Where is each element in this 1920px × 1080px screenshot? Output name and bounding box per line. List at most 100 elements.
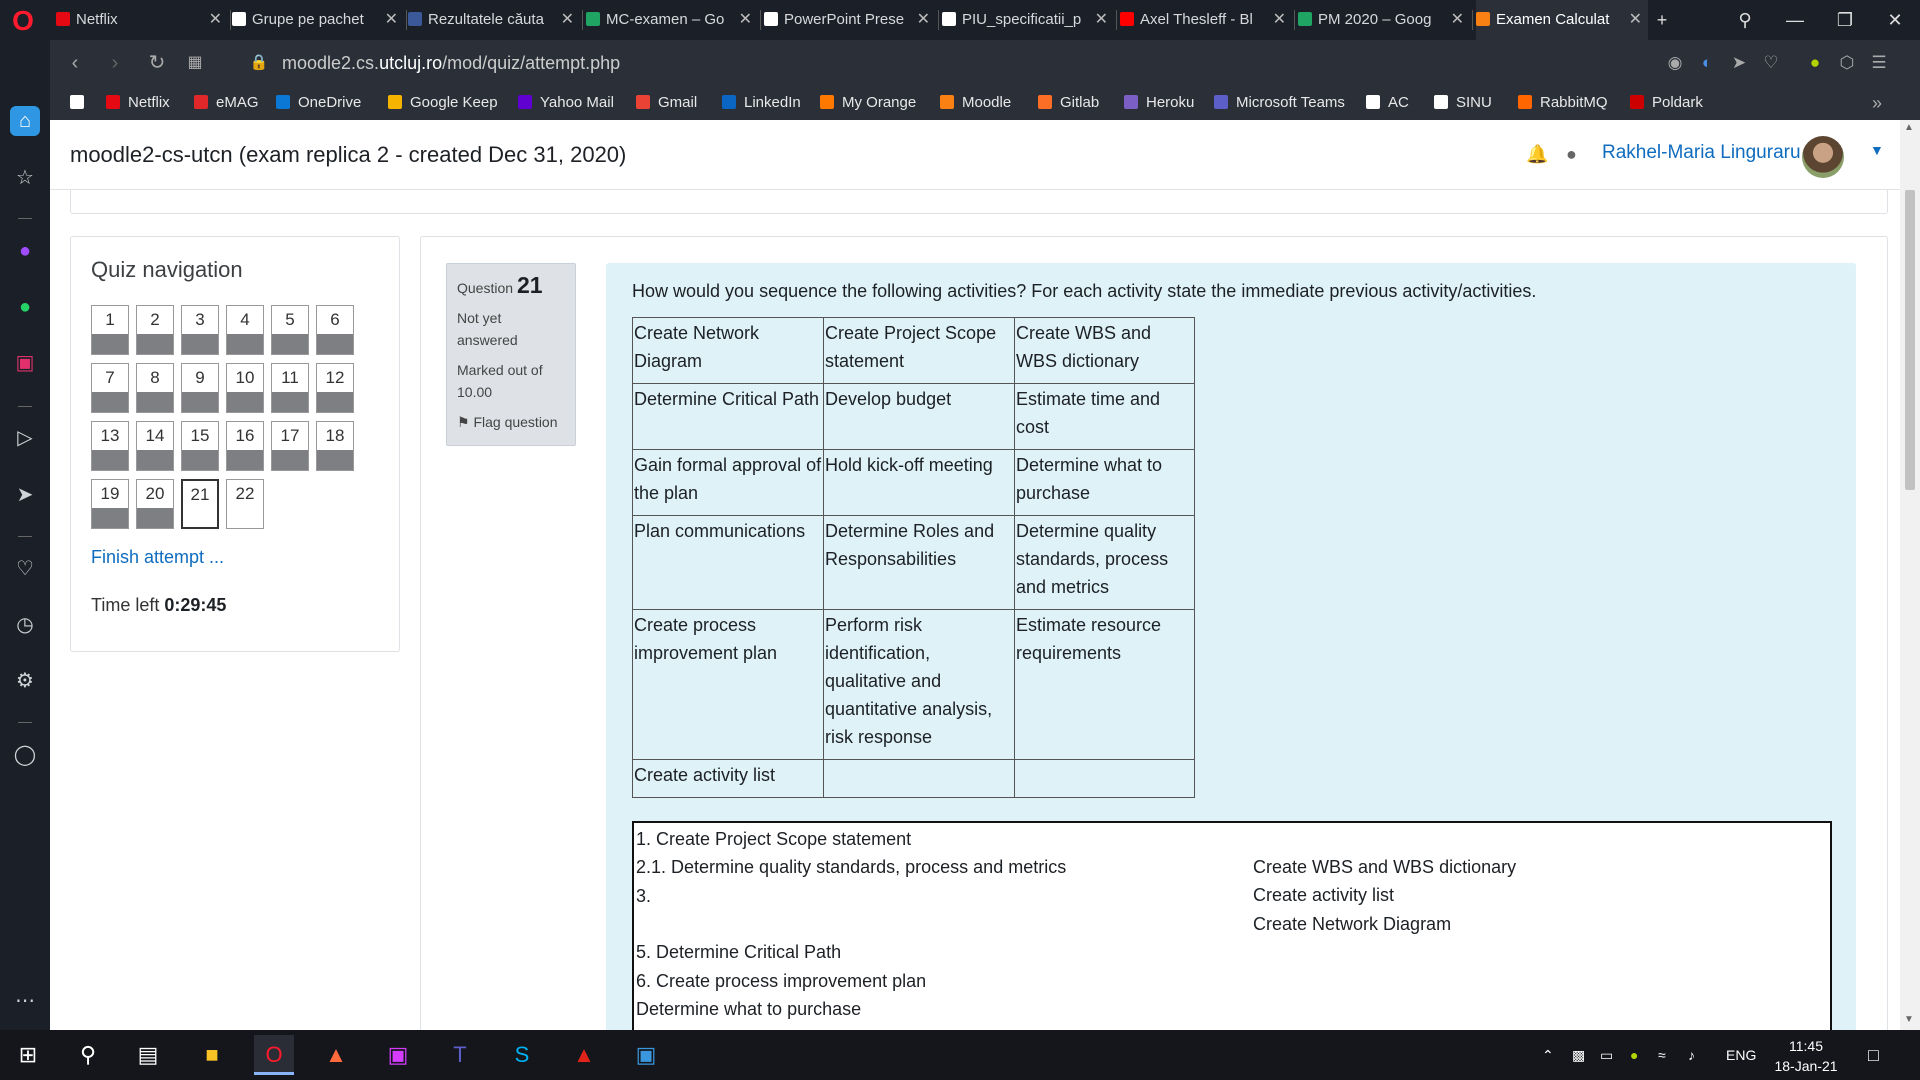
quiz-nav-button[interactable]: 9 bbox=[181, 363, 219, 413]
bookmark-item[interactable]: Gitlab bbox=[1038, 86, 1099, 120]
bookmark-item[interactable]: OneDrive bbox=[276, 86, 361, 120]
wifi-icon[interactable]: ≈ bbox=[1658, 1030, 1666, 1080]
page-scrollbar[interactable]: ▲ ▼ bbox=[1900, 120, 1920, 1030]
search-icon[interactable]: ⚲ bbox=[68, 1035, 108, 1075]
quiz-nav-button[interactable]: 10 bbox=[226, 363, 264, 413]
bookmark-item[interactable]: Heroku bbox=[1124, 86, 1194, 120]
tray-device-icon[interactable]: ▩ bbox=[1572, 1030, 1585, 1080]
tab[interactable]: PM 2020 – Goog ✕ bbox=[1298, 0, 1470, 40]
tab-close-icon[interactable]: ✕ bbox=[917, 0, 930, 40]
quiz-nav-button[interactable]: 5 bbox=[271, 305, 309, 355]
clock[interactable]: 11:45 18-Jan-21 bbox=[1768, 1036, 1844, 1076]
url-field[interactable]: moodle2.cs.utcluj.ro/mod/quiz/attempt.ph… bbox=[282, 40, 620, 86]
quiz-nav-button[interactable]: 13 bbox=[91, 421, 129, 471]
answer-editor[interactable]: 1. Create Project Scope statement 2.1. De… bbox=[632, 821, 1832, 1030]
bell-icon[interactable]: 🔔 bbox=[1526, 144, 1548, 165]
tab[interactable]: PowerPoint Prese ✕ bbox=[764, 0, 936, 40]
bookmark-item[interactable]: Poldark bbox=[1630, 86, 1703, 120]
quiz-nav-button[interactable]: 16 bbox=[226, 421, 264, 471]
bookmark-item[interactable]: Moodle bbox=[940, 86, 1011, 120]
scroll-down-icon[interactable]: ▼ bbox=[1904, 1014, 1914, 1025]
bookmark-item[interactable]: Gmail bbox=[636, 86, 697, 120]
photos-icon[interactable]: ▣ bbox=[626, 1035, 666, 1075]
bookmark-item[interactable]: Netflix bbox=[106, 86, 170, 120]
search-tabs-icon[interactable]: ⚲ bbox=[1725, 0, 1765, 40]
teams-icon[interactable]: T bbox=[440, 1035, 480, 1075]
reload-icon[interactable]: ↻ bbox=[142, 40, 172, 86]
scroll-up-icon[interactable]: ▲ bbox=[1904, 122, 1914, 133]
messenger-icon[interactable]: ● bbox=[10, 236, 40, 266]
tab-close-icon[interactable]: ✕ bbox=[1629, 0, 1642, 40]
file-explorer-icon[interactable]: ■ bbox=[192, 1035, 232, 1075]
lightbulb-icon[interactable]: ◯ bbox=[10, 740, 40, 770]
app-icon[interactable]: ▲ bbox=[316, 1035, 356, 1075]
quiz-nav-button[interactable]: 6 bbox=[316, 305, 354, 355]
new-tab-icon[interactable]: + bbox=[1642, 0, 1682, 40]
bookmark-item[interactable]: LinkedIn bbox=[722, 86, 801, 120]
tab-close-icon[interactable]: ✕ bbox=[1451, 0, 1464, 40]
messages-icon[interactable]: ● bbox=[1566, 144, 1577, 165]
tab-close-icon[interactable]: ✕ bbox=[1273, 0, 1286, 40]
home-icon[interactable]: ⌂ bbox=[10, 106, 40, 136]
quiz-nav-button[interactable]: 21 bbox=[181, 479, 219, 529]
language-indicator[interactable]: ENG bbox=[1726, 1030, 1756, 1080]
quiz-nav-button[interactable]: 17 bbox=[271, 421, 309, 471]
opera-logo-icon[interactable]: O bbox=[8, 6, 38, 36]
quiz-nav-button[interactable]: 20 bbox=[136, 479, 174, 529]
send-icon[interactable]: ➤ bbox=[10, 480, 40, 510]
close-window-icon[interactable]: ✕ bbox=[1875, 0, 1915, 40]
instagram-icon[interactable]: ▣ bbox=[10, 348, 40, 378]
quiz-nav-button[interactable]: 4 bbox=[226, 305, 264, 355]
tab[interactable]: Rezultatele căuta ✕ bbox=[408, 0, 580, 40]
forward-icon[interactable]: › bbox=[100, 40, 130, 86]
quiz-nav-button[interactable]: 3 bbox=[181, 305, 219, 355]
intellij-icon[interactable]: ▣ bbox=[378, 1035, 418, 1075]
whatsapp-icon[interactable]: ● bbox=[10, 292, 40, 322]
tab-close-icon[interactable]: ✕ bbox=[209, 0, 222, 40]
quiz-nav-button[interactable]: 1 bbox=[91, 305, 129, 355]
cube-icon[interactable]: ⬡ bbox=[1836, 52, 1858, 74]
tab[interactable]: MC-examen – Go ✕ bbox=[586, 0, 758, 40]
player-icon[interactable]: ▷ bbox=[10, 423, 40, 453]
tray-chevron-up-icon[interactable]: ⌃ bbox=[1542, 1030, 1554, 1080]
quiz-nav-button[interactable]: 2 bbox=[136, 305, 174, 355]
quiz-nav-button[interactable]: 19 bbox=[91, 479, 129, 529]
quiz-nav-button[interactable]: 11 bbox=[271, 363, 309, 413]
windows-start-icon[interactable]: ⊞ bbox=[8, 1035, 48, 1075]
bookmark-item[interactable]: Microsoft Teams bbox=[1214, 86, 1345, 120]
heart-icon[interactable]: ♡ bbox=[1760, 52, 1782, 74]
bookmark-item[interactable]: eMAG bbox=[194, 86, 259, 120]
tab-close-icon[interactable]: ✕ bbox=[1095, 0, 1108, 40]
extension-icon[interactable]: ● bbox=[1804, 52, 1826, 74]
heart-icon[interactable]: ♡ bbox=[10, 554, 40, 584]
quiz-nav-button[interactable]: 12 bbox=[316, 363, 354, 413]
star-icon[interactable]: ☆ bbox=[10, 163, 40, 193]
quiz-nav-button[interactable]: 7 bbox=[91, 363, 129, 413]
bookmark-item[interactable]: Yahoo Mail bbox=[518, 86, 614, 120]
bookmark-doc-icon[interactable] bbox=[70, 86, 92, 120]
history-icon[interactable]: ◷ bbox=[10, 610, 40, 640]
battery-icon[interactable]: ▭ bbox=[1600, 1030, 1613, 1080]
send-icon[interactable]: ➤ bbox=[1728, 52, 1750, 74]
camera-icon[interactable]: ◉ bbox=[1664, 52, 1686, 74]
more-bookmarks-icon[interactable]: » bbox=[1872, 86, 1882, 120]
tray-app-icon[interactable]: ● bbox=[1630, 1030, 1638, 1080]
quiz-nav-button[interactable]: 8 bbox=[136, 363, 174, 413]
avatar[interactable] bbox=[1802, 136, 1844, 178]
quiz-nav-button[interactable]: 18 bbox=[316, 421, 354, 471]
bookmark-item[interactable]: My Orange bbox=[820, 86, 916, 120]
back-icon[interactable]: ‹ bbox=[60, 40, 90, 86]
bookmark-item[interactable]: SINU bbox=[1434, 86, 1492, 120]
flag-question-button[interactable]: ⚑ Flag question bbox=[457, 411, 565, 433]
vpn-shield-icon[interactable]: ◐ bbox=[1696, 52, 1718, 74]
tab[interactable]: PIU_specificatii_p ✕ bbox=[942, 0, 1114, 40]
opera-taskbar-icon[interactable]: O bbox=[254, 1035, 294, 1075]
skype-icon[interactable]: S bbox=[502, 1035, 542, 1075]
scrollbar-thumb[interactable] bbox=[1905, 190, 1915, 490]
acrobat-icon[interactable]: ▲ bbox=[564, 1035, 604, 1075]
notifications-icon[interactable]: □ bbox=[1868, 1030, 1879, 1080]
tab[interactable]: Netflix ✕ bbox=[56, 0, 228, 40]
speed-dial-icon[interactable]: ▦ bbox=[180, 40, 210, 86]
bookmark-item[interactable]: RabbitMQ bbox=[1518, 86, 1608, 120]
tab-close-icon[interactable]: ✕ bbox=[739, 0, 752, 40]
